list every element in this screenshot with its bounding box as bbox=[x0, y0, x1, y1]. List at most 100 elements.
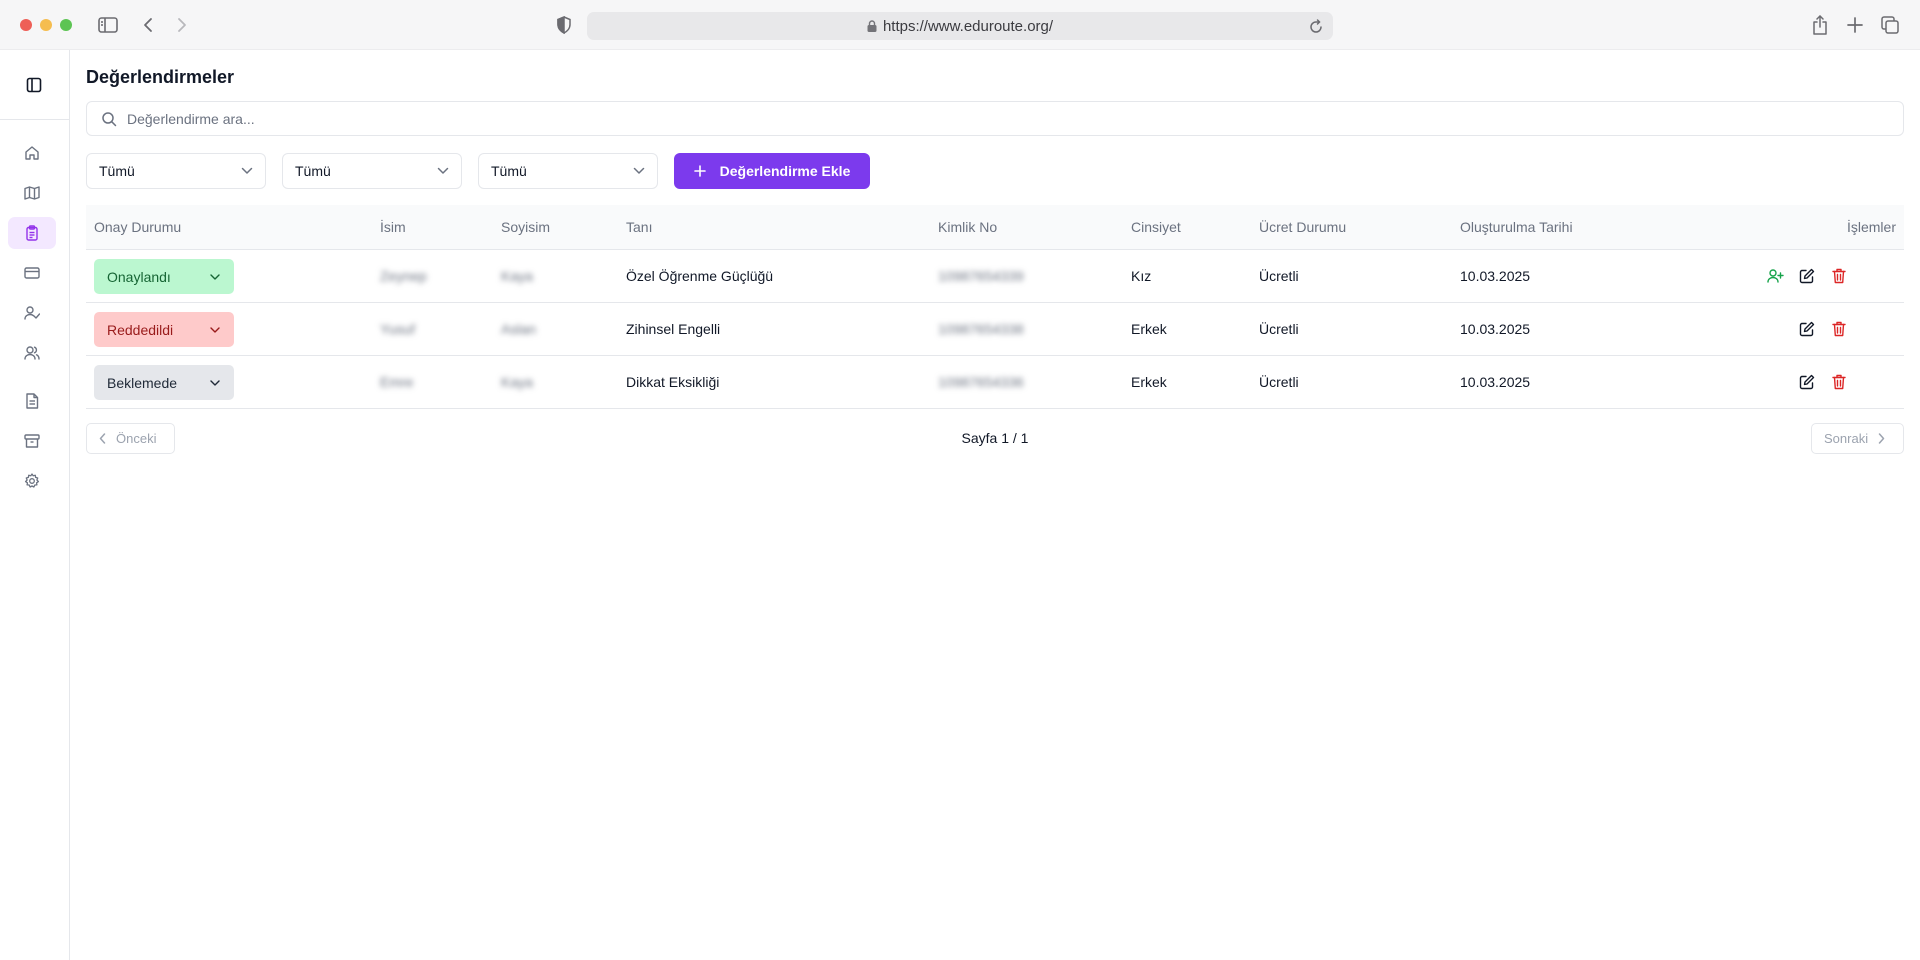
delete-icon[interactable] bbox=[1830, 320, 1848, 338]
delete-icon[interactable] bbox=[1830, 267, 1848, 285]
url-text: https://www.eduroute.org/ bbox=[882, 17, 1054, 35]
col-first-name[interactable]: İsim bbox=[380, 205, 406, 250]
created-cell: 10.03.2025 bbox=[1460, 374, 1531, 390]
filter-select-3[interactable]: Tümü bbox=[478, 153, 658, 189]
sidebar-item-archive[interactable] bbox=[8, 425, 56, 457]
filter-select-3-value: Tümü bbox=[491, 163, 527, 179]
col-actions: İşlemler bbox=[1846, 219, 1896, 235]
sidebar-item-payments[interactable] bbox=[8, 257, 56, 289]
status-select[interactable]: Onaylandı bbox=[94, 259, 234, 294]
add-evaluation-button[interactable]: Değerlendirme Ekle bbox=[674, 153, 870, 189]
status-value: Onaylandı bbox=[107, 268, 171, 285]
sidebar-item-evaluations[interactable] bbox=[8, 217, 56, 249]
chevron-down-icon bbox=[210, 379, 220, 386]
filter-select-1-value: Tümü bbox=[99, 163, 135, 179]
sidebar-item-home[interactable] bbox=[8, 137, 56, 169]
user-check-icon bbox=[24, 306, 40, 320]
edit-icon[interactable] bbox=[1798, 267, 1816, 285]
share-icon[interactable] bbox=[1808, 13, 1832, 37]
sidebar-item-map[interactable] bbox=[8, 177, 56, 209]
collapse-sidebar-icon[interactable] bbox=[22, 73, 46, 97]
col-id-no[interactable]: Kimlik No bbox=[938, 205, 997, 250]
col-last-name[interactable]: Soyisim bbox=[501, 205, 550, 250]
delete-icon[interactable] bbox=[1830, 373, 1848, 391]
filter-select-1[interactable]: Tümü bbox=[86, 153, 266, 189]
sidebar-divider bbox=[0, 119, 70, 120]
evaluations-table: Onay Durumu İsim Soyisim Tanı Kimlik No … bbox=[86, 205, 1904, 409]
first-name-cell: Yusuf bbox=[380, 321, 416, 337]
tab-overview-icon[interactable] bbox=[1878, 13, 1902, 37]
sidebar-item-documents[interactable] bbox=[8, 385, 56, 417]
sidebar-toggle-icon[interactable] bbox=[96, 13, 120, 37]
diagnosis-cell: Zihinsel Engelli bbox=[626, 321, 721, 337]
status-select[interactable]: Reddedildi bbox=[94, 312, 234, 347]
browser-toolbar: https://www.eduroute.org/ bbox=[0, 0, 1920, 50]
clipboard-icon bbox=[26, 225, 38, 241]
credit-card-icon bbox=[24, 267, 40, 279]
plus-icon bbox=[693, 165, 706, 177]
reload-icon[interactable] bbox=[1309, 18, 1323, 34]
settings-icon bbox=[24, 473, 40, 488]
first-name-cell: Zeynep bbox=[380, 268, 427, 284]
filter-select-2[interactable]: Tümü bbox=[282, 153, 462, 189]
col-created[interactable]: Oluşturulma Tarihi bbox=[1460, 205, 1573, 250]
sidebar bbox=[0, 50, 70, 960]
col-status[interactable]: Onay Durumu bbox=[94, 205, 181, 250]
map-icon bbox=[24, 186, 40, 200]
chevron-down-icon bbox=[241, 167, 253, 175]
page-indicator: Sayfa 1 / 1 bbox=[961, 430, 1029, 446]
new-tab-icon[interactable] bbox=[1843, 13, 1867, 37]
document-icon bbox=[26, 393, 39, 409]
col-diagnosis[interactable]: Tanı bbox=[626, 205, 652, 250]
search-box[interactable] bbox=[86, 101, 1904, 136]
gender-cell: Erkek bbox=[1131, 374, 1167, 390]
first-name-cell: Emre bbox=[380, 374, 414, 390]
table-row: Reddedildi Yusuf Aslan Zihinsel Engelli … bbox=[86, 303, 1904, 356]
users-icon bbox=[24, 346, 40, 360]
id-no-cell: 10987654339 bbox=[938, 268, 1024, 284]
table-row: Onaylandı Zeynep Kaya Özel Öğrenme Güçlü… bbox=[86, 250, 1904, 303]
status-select[interactable]: Beklemede bbox=[94, 365, 234, 400]
sidebar-item-settings[interactable] bbox=[8, 465, 56, 497]
fee-status-cell: Ücretli bbox=[1259, 321, 1299, 337]
last-name-cell: Kaya bbox=[501, 374, 533, 390]
created-cell: 10.03.2025 bbox=[1460, 321, 1531, 337]
close-window-button[interactable] bbox=[20, 19, 32, 31]
search-input[interactable] bbox=[127, 110, 1827, 127]
chevron-down-icon bbox=[210, 273, 220, 280]
table-header: Onay Durumu İsim Soyisim Tanı Kimlik No … bbox=[86, 205, 1904, 250]
main-content: Değerlendirmeler Tümü Tümü Tümü Değerlen… bbox=[86, 50, 1904, 960]
gender-cell: Erkek bbox=[1131, 321, 1167, 337]
col-fee-status[interactable]: Ücret Durumu bbox=[1259, 205, 1346, 250]
add-evaluation-label: Değerlendirme Ekle bbox=[719, 163, 851, 179]
id-no-cell: 10987654336 bbox=[938, 374, 1024, 390]
col-gender[interactable]: Cinsiyet bbox=[1131, 205, 1181, 250]
address-bar[interactable]: https://www.eduroute.org/ bbox=[587, 12, 1333, 40]
lock-icon bbox=[867, 20, 877, 32]
status-value: Reddedildi bbox=[107, 321, 174, 338]
minimize-window-button[interactable] bbox=[40, 19, 52, 31]
diagnosis-cell: Özel Öğrenme Güçlüğü bbox=[626, 268, 774, 284]
gender-cell: Kız bbox=[1131, 268, 1152, 284]
status-value: Beklemede bbox=[107, 374, 178, 391]
maximize-window-button[interactable] bbox=[60, 19, 72, 31]
diagnosis-cell: Dikkat Eksikliği bbox=[626, 374, 720, 390]
next-page-label: Sonraki bbox=[1824, 431, 1869, 446]
edit-icon[interactable] bbox=[1798, 373, 1816, 391]
fee-status-cell: Ücretli bbox=[1259, 374, 1299, 390]
chevron-right-icon bbox=[1878, 433, 1885, 444]
last-name-cell: Aslan bbox=[501, 321, 537, 337]
assign-user-icon[interactable] bbox=[1766, 267, 1784, 285]
sidebar-item-user-check[interactable] bbox=[8, 297, 56, 329]
fee-status-cell: Ücretli bbox=[1259, 268, 1299, 284]
edit-icon[interactable] bbox=[1798, 320, 1816, 338]
chevron-down-icon bbox=[437, 167, 449, 175]
chevron-down-icon bbox=[210, 326, 220, 333]
next-page-button[interactable]: Sonraki bbox=[1811, 423, 1904, 454]
back-icon[interactable] bbox=[136, 13, 160, 37]
sidebar-item-users[interactable] bbox=[8, 337, 56, 369]
search-icon bbox=[101, 111, 117, 127]
forward-icon[interactable] bbox=[170, 13, 194, 37]
home-icon bbox=[25, 146, 39, 160]
privacy-shield-icon[interactable] bbox=[552, 13, 576, 37]
